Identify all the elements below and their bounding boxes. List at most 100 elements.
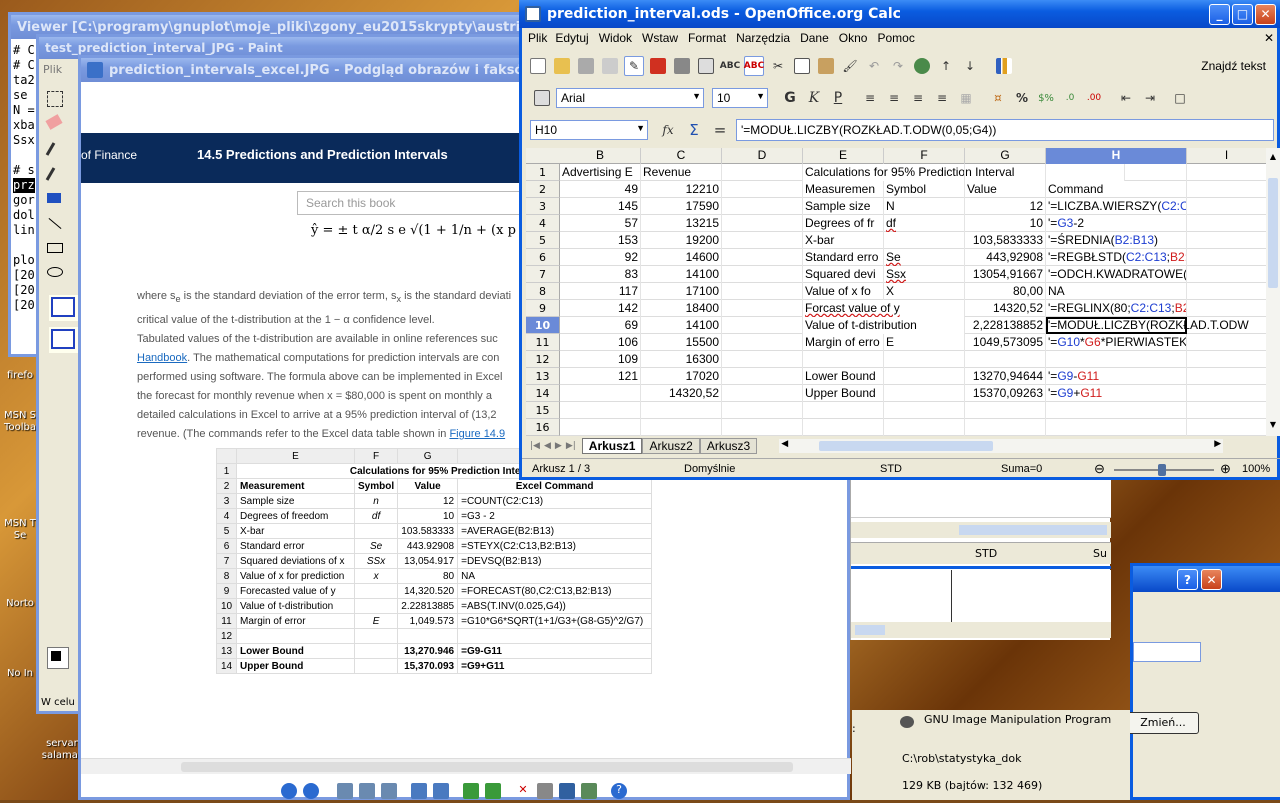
empty-cell[interactable] bbox=[722, 283, 803, 300]
cell-g9[interactable]: 14320,52 bbox=[965, 300, 1046, 317]
menu-format[interactable]: Format bbox=[688, 31, 726, 45]
edit-file-icon[interactable]: ✎ bbox=[624, 56, 644, 76]
empty-cell[interactable] bbox=[1187, 283, 1266, 300]
cell-h4[interactable]: '=G3-2 bbox=[1046, 215, 1187, 232]
cell-f15[interactable] bbox=[884, 402, 965, 419]
slideshow-icon[interactable] bbox=[381, 783, 397, 799]
cell-e11[interactable]: Margin of erro bbox=[803, 334, 884, 351]
cell-f12[interactable] bbox=[884, 351, 965, 368]
row-header[interactable]: 7 bbox=[526, 266, 560, 283]
cell-c14[interactable]: 14320,52 bbox=[641, 385, 722, 402]
cell-b6[interactable]: 92 bbox=[560, 249, 641, 266]
cell-h10[interactable]: '=MODUŁ.LICZBY(ROZKŁAD.T.ODW bbox=[1046, 317, 1249, 334]
empty-cell[interactable] bbox=[1187, 385, 1266, 402]
empty-cell[interactable] bbox=[1187, 402, 1266, 419]
cell-h9[interactable]: '=REGLINX(80;C2:C13;B2:B13) bbox=[1046, 300, 1187, 317]
zoom-out-icon[interactable]: ⊖ bbox=[1094, 461, 1105, 477]
figure-link[interactable]: Figure 14.9 bbox=[449, 428, 505, 440]
horizontal-scrollbar[interactable]: ◀ ▶ bbox=[779, 439, 1224, 453]
chevron-down-icon[interactable]: ▼ bbox=[756, 91, 765, 101]
cell-b16[interactable] bbox=[560, 419, 641, 436]
pencil-icon[interactable] bbox=[45, 167, 56, 181]
zoom-level[interactable]: 100% bbox=[1242, 463, 1270, 475]
column-header-b[interactable]: B bbox=[560, 148, 641, 164]
empty-cell[interactable] bbox=[722, 368, 803, 385]
empty-cell[interactable] bbox=[1187, 215, 1266, 232]
email-icon[interactable] bbox=[600, 56, 620, 76]
row-header[interactable]: 10 bbox=[526, 317, 560, 334]
cell-e7[interactable]: Squared devi bbox=[803, 266, 884, 283]
empty-cell[interactable] bbox=[1187, 198, 1266, 215]
first-sheet-icon[interactable]: |◀ bbox=[530, 441, 540, 451]
cell-c11[interactable]: 15500 bbox=[641, 334, 722, 351]
menu-data[interactable]: Dane bbox=[800, 31, 829, 45]
rotate-cw-icon[interactable] bbox=[463, 783, 479, 799]
zoom-slider-handle[interactable] bbox=[1158, 464, 1166, 476]
next-sheet-icon[interactable]: ▶ bbox=[555, 441, 562, 451]
row-header[interactable]: 8 bbox=[526, 283, 560, 300]
cell-h7[interactable]: '=ODCH.KWADRATOWE(B2:B13) bbox=[1046, 266, 1187, 283]
menu-file[interactable]: Plik bbox=[528, 31, 547, 45]
cell-h1[interactable] bbox=[1046, 164, 1187, 181]
cut-icon[interactable]: ✂ bbox=[768, 56, 788, 76]
empty-cell[interactable] bbox=[722, 334, 803, 351]
desktop-icon-msn-toolbar[interactable]: MSN S Toolba bbox=[2, 410, 38, 434]
properties-name-field[interactable] bbox=[1133, 642, 1201, 662]
sheet-tab-1[interactable]: Arkusz1 bbox=[581, 438, 643, 454]
cell-b2[interactable]: 49 bbox=[560, 181, 641, 198]
empty-cell[interactable] bbox=[722, 181, 803, 198]
cell-c5[interactable]: 19200 bbox=[641, 232, 722, 249]
cell-e16[interactable] bbox=[803, 419, 884, 436]
chart-icon[interactable] bbox=[994, 56, 1014, 76]
equals-icon[interactable]: = bbox=[710, 120, 730, 140]
prev-sheet-icon[interactable]: ◀ bbox=[544, 441, 551, 451]
zoom-out-icon[interactable] bbox=[433, 783, 449, 799]
cell-f5[interactable] bbox=[884, 232, 965, 249]
delete-decimal-icon[interactable]: .00 bbox=[1084, 88, 1104, 108]
autospell-icon[interactable]: ABC bbox=[744, 56, 764, 76]
cell-h2[interactable]: Command bbox=[1046, 181, 1187, 198]
underline-button[interactable]: P bbox=[828, 88, 848, 108]
row-header[interactable]: 6 bbox=[526, 249, 560, 266]
cell-f8[interactable]: X bbox=[884, 283, 965, 300]
delete-icon[interactable]: ✕ bbox=[515, 783, 531, 799]
empty-cell[interactable] bbox=[1187, 419, 1266, 436]
row-header[interactable]: 2 bbox=[526, 181, 560, 198]
empty-cell[interactable] bbox=[1187, 181, 1266, 198]
font-name-box[interactable]: Arial ▼ bbox=[556, 88, 704, 108]
cell-g2[interactable]: Value bbox=[965, 181, 1046, 198]
vertical-scrollbar[interactable]: ▲ ▼ bbox=[1266, 148, 1280, 436]
cell-b4[interactable]: 57 bbox=[560, 215, 641, 232]
cell-f16[interactable] bbox=[884, 419, 965, 436]
copy-icon[interactable] bbox=[792, 56, 812, 76]
styles-icon[interactable] bbox=[532, 88, 552, 108]
cell-c13[interactable]: 17020 bbox=[641, 368, 722, 385]
desktop-icon-no[interactable]: No In bbox=[2, 668, 38, 680]
number-format-icon[interactable]: $% bbox=[1036, 88, 1056, 108]
cell-h12[interactable] bbox=[1046, 351, 1187, 368]
cell-h13[interactable]: '=G9-G11 bbox=[1046, 368, 1187, 385]
column-header-f[interactable]: F bbox=[884, 148, 965, 164]
increase-indent-icon[interactable]: ⇥ bbox=[1140, 88, 1160, 108]
cell-b12[interactable]: 109 bbox=[560, 351, 641, 368]
cell-g15[interactable] bbox=[965, 402, 1046, 419]
previous-icon[interactable] bbox=[281, 783, 297, 799]
cell-f14[interactable] bbox=[884, 385, 965, 402]
cell-h11[interactable]: '=G10*G6*PIERWIASTEK(1+1/G3+(G bbox=[1046, 334, 1187, 351]
print-icon[interactable] bbox=[672, 56, 692, 76]
empty-cell[interactable] bbox=[722, 317, 803, 334]
empty-cell[interactable] bbox=[722, 198, 803, 215]
cell-c7[interactable]: 14100 bbox=[641, 266, 722, 283]
empty-cell[interactable] bbox=[722, 164, 803, 181]
cell-e15[interactable] bbox=[803, 402, 884, 419]
cell-g3[interactable]: 12 bbox=[965, 198, 1046, 215]
change-program-button[interactable]: Zmień... bbox=[1127, 712, 1199, 734]
vertical-scroll-thumb[interactable] bbox=[1268, 178, 1278, 288]
cell-c4[interactable]: 13215 bbox=[641, 215, 722, 232]
cell-c16[interactable] bbox=[641, 419, 722, 436]
cell-h16[interactable] bbox=[1046, 419, 1187, 436]
bold-button[interactable]: G bbox=[780, 88, 800, 108]
cell-e4[interactable]: Degrees of fr bbox=[803, 215, 884, 232]
cell-g14[interactable]: 15370,09263 bbox=[965, 385, 1046, 402]
empty-cell[interactable] bbox=[722, 232, 803, 249]
